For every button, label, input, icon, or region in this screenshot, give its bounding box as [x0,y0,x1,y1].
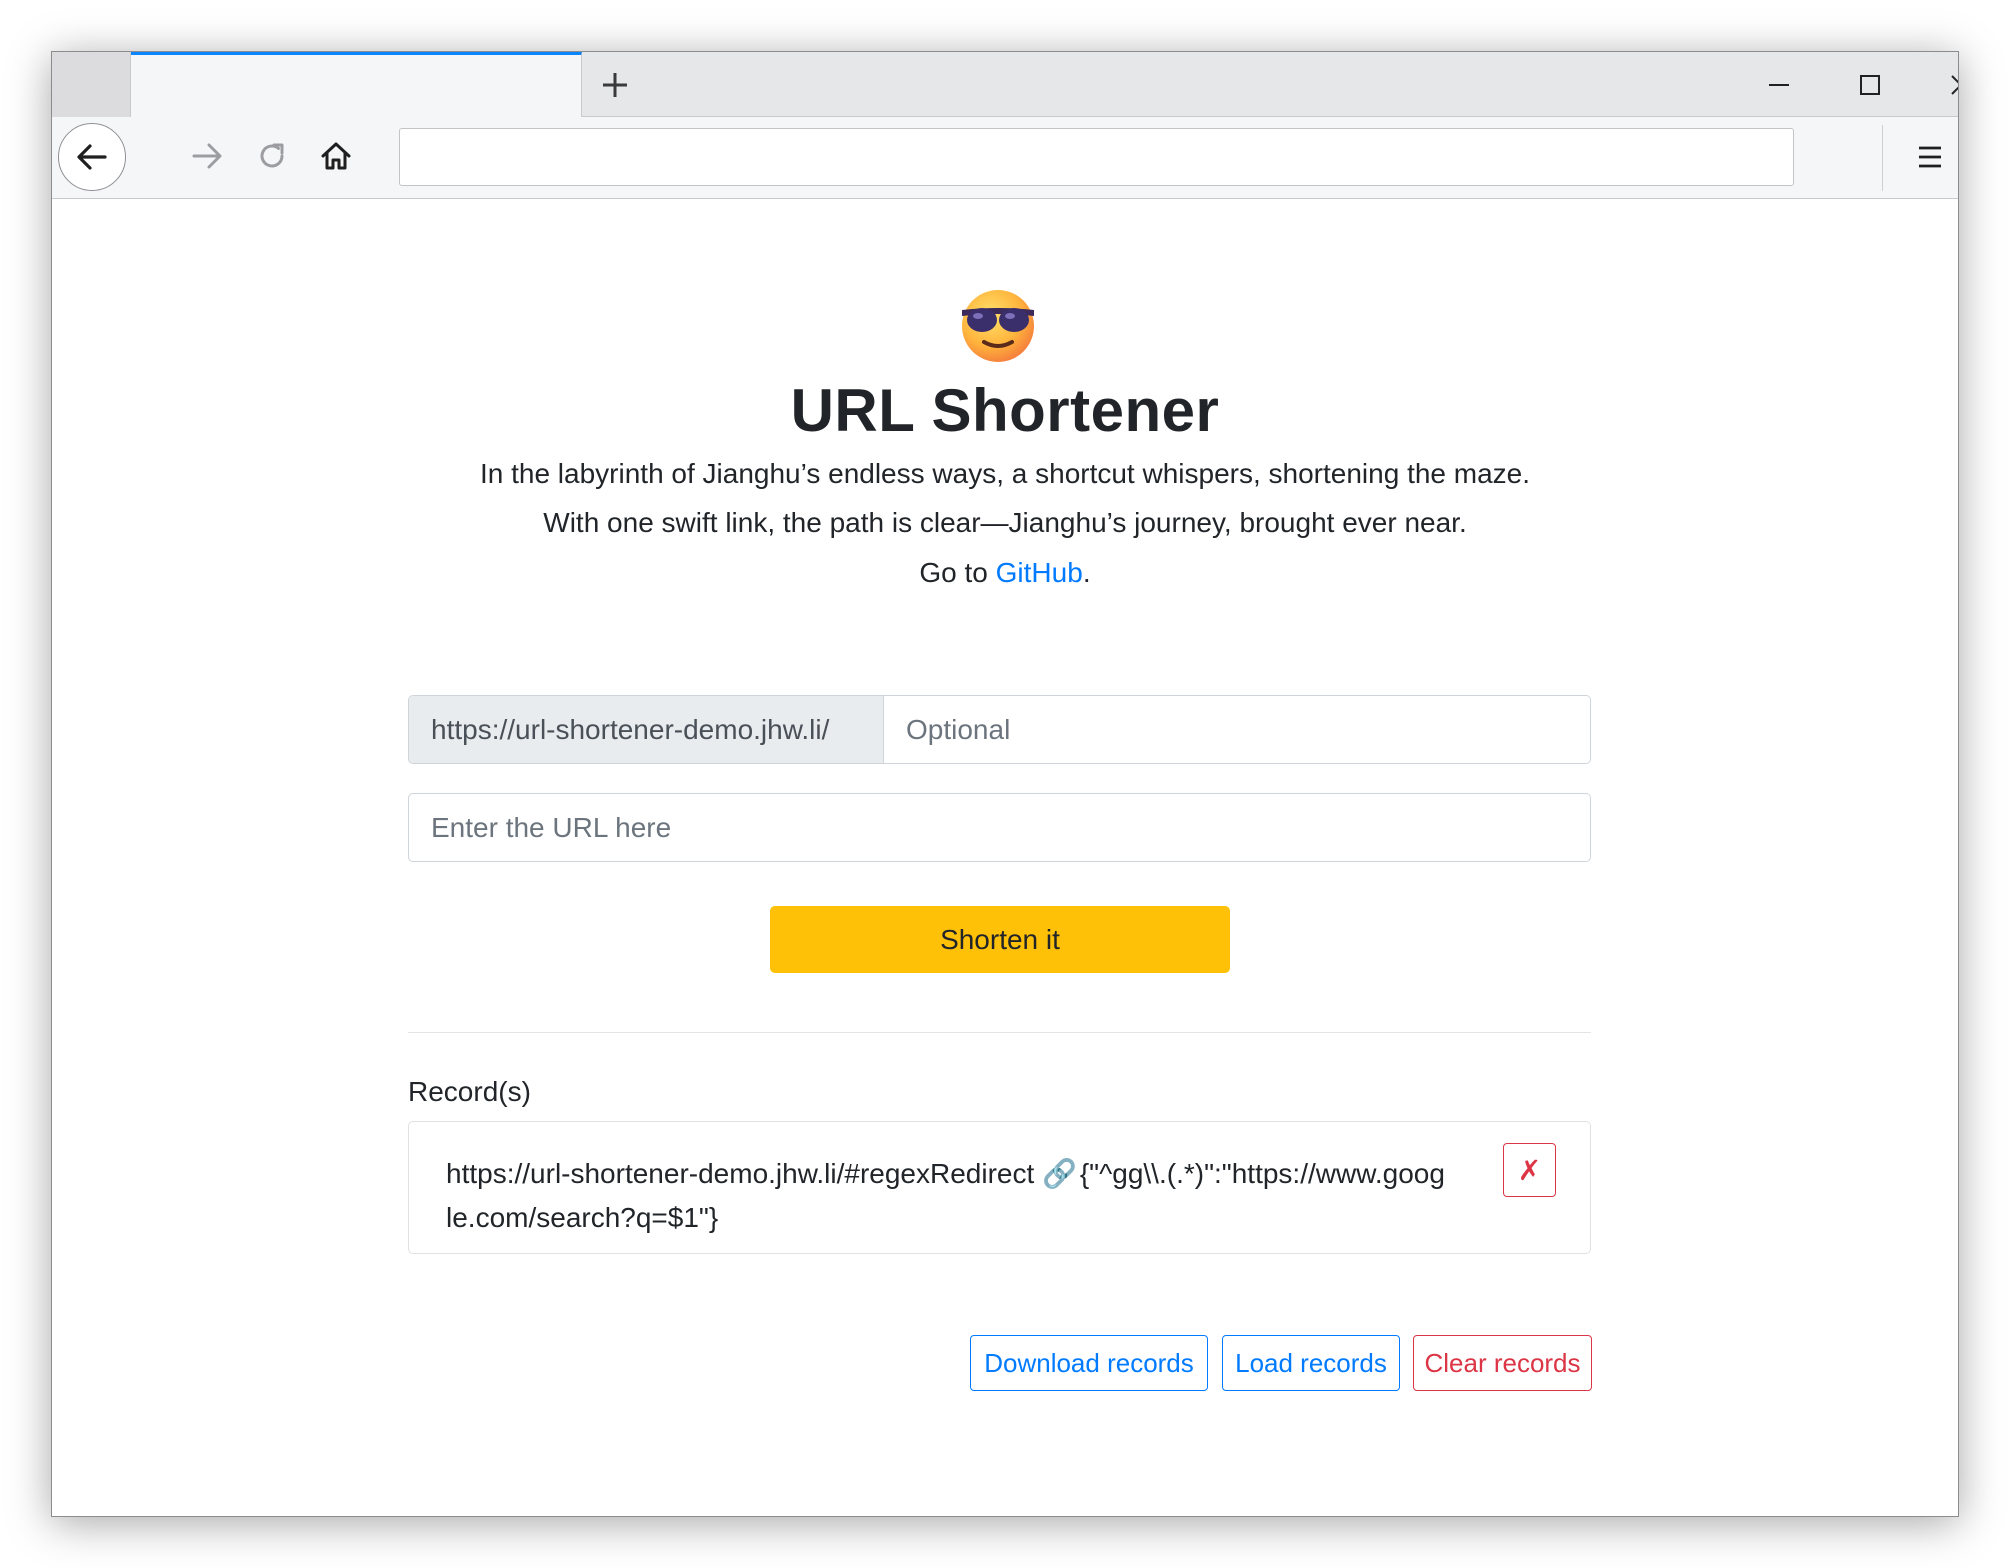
home-button[interactable] [305,125,367,187]
url-prefix-label: https://url-shortener-demo.jhw.li/ [409,696,884,763]
navigation-toolbar [52,117,1958,199]
close-window-button[interactable] [1915,52,1958,117]
toolbar-divider [1882,125,1883,191]
long-url-input[interactable] [408,793,1591,862]
sunglasses-face-icon [958,284,1038,364]
load-records-button[interactable]: Load records [1222,1335,1400,1391]
close-icon [1950,74,1958,95]
new-tab-button[interactable] [582,52,648,117]
maximize-button[interactable] [1824,52,1915,117]
menu-button[interactable] [1900,126,1958,188]
records-label: Record(s) [408,1076,531,1107]
minimize-button[interactable] [1733,52,1824,117]
download-records-button[interactable]: Download records [970,1335,1208,1391]
browser-window: URL Shortener In the labyrinth of Jiangh… [51,51,1959,1517]
subtitle-line-2: With one swift link, the path is clear—J… [543,507,1467,538]
shorten-button[interactable]: Shorten it [770,906,1230,973]
github-link[interactable]: GitHub [996,557,1083,588]
short-key-input-group: https://url-shortener-demo.jhw.li/ [408,695,1591,764]
forward-button[interactable] [176,125,238,187]
forward-arrow-icon [192,143,222,169]
record-text: https://url-shortener-demo.jhw.li/#regex… [446,1152,1451,1240]
maximize-icon [1859,74,1880,95]
subtitle-line-1: In the labyrinth of Jianghu’s endless wa… [479,458,1531,489]
clear-records-button[interactable]: Clear records [1413,1335,1592,1391]
address-bar[interactable] [399,128,1794,186]
minimize-icon [1768,83,1789,86]
back-button[interactable] [58,123,126,191]
reload-button[interactable] [241,125,303,187]
hamburger-menu-icon [1919,146,1941,168]
delete-record-button[interactable]: ✗ [1503,1143,1556,1197]
goto-suffix: . [1082,557,1091,588]
divider [408,1032,1591,1033]
link-icon: 🔗 [1042,1158,1077,1189]
plus-icon [603,72,627,97]
page-title: URL Shortener [790,377,1220,444]
reload-icon [260,143,284,168]
home-icon [321,142,351,170]
page-content: URL Shortener In the labyrinth of Jiangh… [52,200,1958,1516]
goto-prefix: Go to [919,557,996,588]
custom-key-input[interactable] [884,696,1590,763]
back-arrow-icon [77,144,107,170]
record-short-url[interactable]: https://url-shortener-demo.jhw.li/#regex… [446,1158,1034,1189]
tab-active[interactable] [131,52,582,118]
tab-overflow-area[interactable] [52,52,131,117]
record-item: https://url-shortener-demo.jhw.li/#regex… [408,1121,1591,1254]
tab-bar [52,52,1958,118]
github-line: Go to GitHub. [52,557,1958,589]
